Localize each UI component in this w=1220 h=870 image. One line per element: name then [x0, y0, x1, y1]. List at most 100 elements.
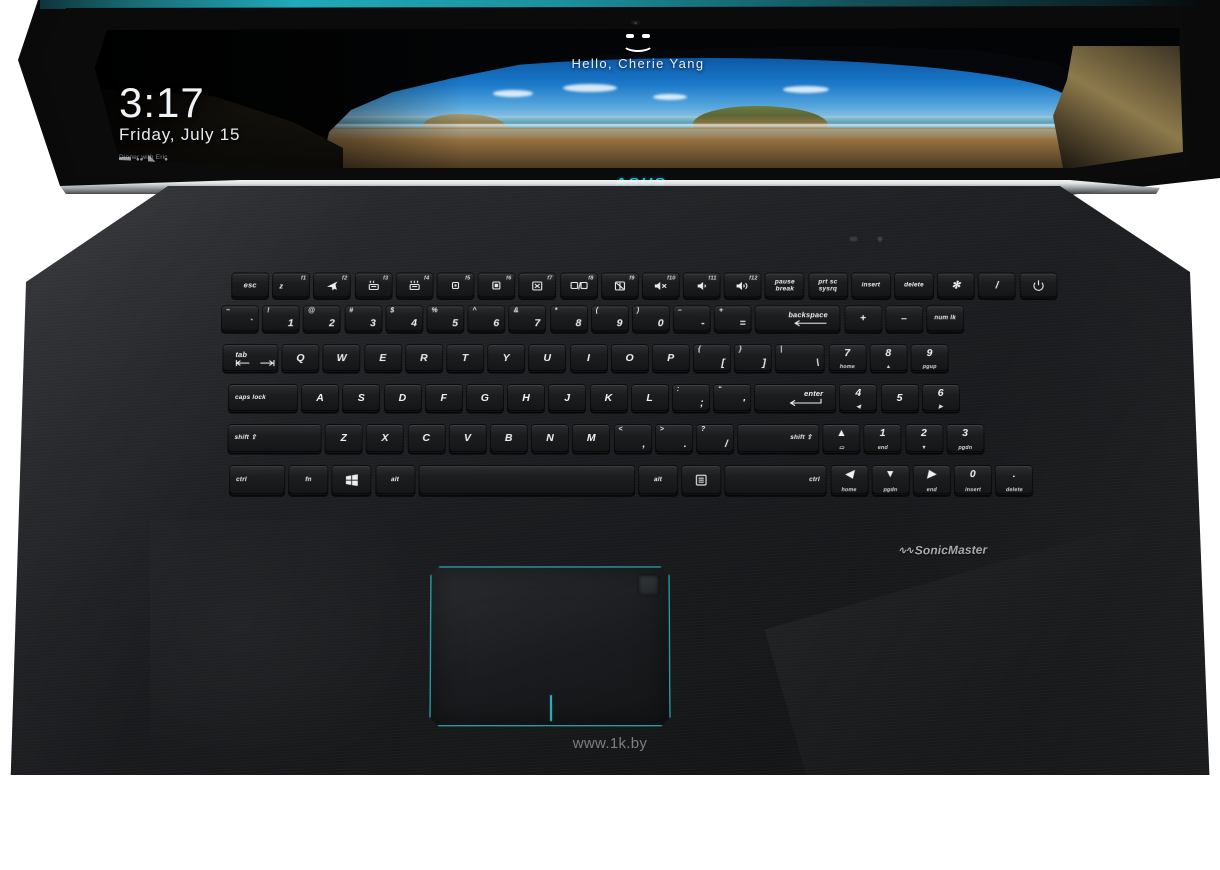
- volume-up-icon[interactable]: f12: [723, 272, 762, 299]
- key--[interactable]: – -: [672, 305, 711, 333]
- key-d[interactable]: D: [383, 384, 422, 412]
- key-3[interactable]: 3 pgdn: [946, 423, 985, 454]
- key--[interactable]: :;: [671, 384, 710, 412]
- key-q[interactable]: Q: [281, 344, 320, 373]
- enter-arrow-icon[interactable]: enter: [754, 384, 837, 412]
- key-2[interactable]: @2: [302, 305, 342, 333]
- key--[interactable]: /: [977, 272, 1017, 299]
- key-7[interactable]: & 7: [508, 305, 547, 333]
- keyboard-backlight-up-icon[interactable]: f4: [395, 272, 434, 299]
- key-prt-sc-sysrq[interactable]: prt sc sysrq: [807, 272, 848, 299]
- key-3[interactable]: #3: [344, 305, 383, 333]
- key--[interactable]: ◀ home: [829, 465, 869, 496]
- keyboard-backlight-down-icon[interactable]: f3: [354, 272, 393, 299]
- menu-icon[interactable]: [681, 465, 722, 496]
- airplane-icon[interactable]: f2: [313, 272, 352, 299]
- display-screen[interactable]: Hello, Cherie Yang 3:17 Friday, July 15 …: [95, 28, 1183, 168]
- key-l[interactable]: L: [630, 384, 669, 412]
- key-c[interactable]: C: [407, 423, 446, 454]
- key--[interactable]: <,: [613, 423, 652, 454]
- key-k[interactable]: K: [589, 384, 628, 412]
- key-p[interactable]: P: [651, 344, 690, 373]
- key--[interactable]: }]: [734, 344, 773, 373]
- key-4[interactable]: 4 ◀: [839, 384, 878, 412]
- key--[interactable]: ✻: [936, 272, 976, 299]
- key-a[interactable]: A: [301, 384, 340, 412]
- key-m[interactable]: M: [572, 423, 611, 454]
- key-z[interactable]: Z: [324, 423, 363, 454]
- key--[interactable]: + =: [713, 305, 752, 333]
- key-insert[interactable]: insert: [850, 272, 891, 299]
- key--[interactable]: . delete: [995, 465, 1034, 496]
- key--[interactable]: “': [713, 384, 752, 412]
- key-x[interactable]: X: [365, 423, 405, 454]
- key-shift-[interactable]: shift ⇧: [227, 423, 322, 454]
- spacebar[interactable]: [418, 465, 635, 496]
- key--[interactable]: >.: [654, 423, 693, 454]
- key--[interactable]: ▲ ▭: [822, 423, 861, 454]
- key-n[interactable]: N: [530, 423, 570, 454]
- volume-mute-icon[interactable]: f10: [641, 272, 680, 299]
- key-6[interactable]: ^ 6: [467, 305, 506, 333]
- key--[interactable]: ▼ pgdn: [871, 465, 910, 496]
- key-w[interactable]: W: [322, 344, 361, 373]
- key-esc[interactable]: esc: [231, 272, 270, 299]
- key-9[interactable]: 9 pgup: [910, 344, 949, 373]
- key-alt[interactable]: alt: [638, 465, 679, 496]
- key--[interactable]: {[: [692, 344, 731, 373]
- key-h[interactable]: H: [507, 384, 546, 412]
- key-r[interactable]: R: [404, 344, 444, 373]
- key-8[interactable]: 8 ▲: [869, 344, 908, 373]
- key-5[interactable]: 5: [880, 384, 919, 412]
- key-2[interactable]: 2 ▼: [904, 423, 944, 454]
- key--[interactable]: | \: [775, 344, 826, 373]
- tab-arrows-icon[interactable]: tab: [222, 344, 279, 373]
- key-1[interactable]: 1 end: [863, 423, 902, 454]
- key-j[interactable]: J: [548, 384, 587, 412]
- key-0[interactable]: ) 0: [631, 305, 670, 333]
- key-v[interactable]: V: [448, 423, 487, 454]
- key-i[interactable]: I: [569, 344, 608, 373]
- key--[interactable]: +: [843, 305, 883, 333]
- sleep-icon[interactable]: f1 z: [272, 272, 311, 299]
- key-u[interactable]: U: [528, 344, 567, 373]
- power-icon[interactable]: [1019, 272, 1058, 299]
- key-e[interactable]: E: [363, 344, 402, 373]
- display-switch-icon[interactable]: f8: [559, 272, 598, 299]
- key-5[interactable]: % 5: [426, 305, 465, 333]
- key-ctrl[interactable]: ctrl: [228, 465, 286, 496]
- key-f[interactable]: F: [424, 384, 463, 412]
- key-1[interactable]: ! 1: [261, 305, 301, 333]
- windows-icon[interactable]: [331, 465, 372, 496]
- key-caps-lock[interactable]: caps lock: [227, 384, 299, 412]
- brightness-down-icon[interactable]: f5: [436, 272, 475, 299]
- key-y[interactable]: Y: [487, 344, 526, 373]
- volume-down-icon[interactable]: f11: [682, 272, 721, 299]
- key-b[interactable]: B: [489, 423, 528, 454]
- backspace-arrow-icon[interactable]: backspace: [755, 305, 841, 333]
- key-0[interactable]: 0 insert: [953, 465, 993, 496]
- key--[interactable]: –: [885, 305, 924, 333]
- key-g[interactable]: G: [465, 384, 504, 412]
- keyboard[interactable]: esc f1 z f2 f3 f4 f5 f6 f7 f8 f9 f10 f11 f12 pause brea…: [220, 272, 1058, 523]
- brightness-up-icon[interactable]: f6: [477, 272, 516, 299]
- key-num-lk[interactable]: num lk: [926, 305, 965, 333]
- fingerprint-reader-icon[interactable]: [639, 575, 659, 595]
- key-9[interactable]: (9: [590, 305, 629, 333]
- key-alt[interactable]: alt: [374, 465, 416, 496]
- key--[interactable]: ~ `: [220, 305, 259, 333]
- key-t[interactable]: T: [446, 344, 485, 373]
- key-shift-[interactable]: shift ⇧: [737, 423, 820, 454]
- key-fn[interactable]: fn: [288, 465, 329, 496]
- key-4[interactable]: $4: [385, 305, 424, 333]
- key-o[interactable]: O: [610, 344, 649, 373]
- display-off-icon[interactable]: f7: [518, 272, 557, 299]
- key-s[interactable]: S: [342, 384, 381, 412]
- key--[interactable]: ? /: [695, 423, 735, 454]
- key-7[interactable]: 7 home: [828, 344, 867, 373]
- key-delete[interactable]: delete: [893, 272, 935, 299]
- key--[interactable]: ▶ end: [912, 465, 951, 496]
- touchpad[interactable]: [429, 566, 670, 726]
- key-pause-break[interactable]: pause break: [764, 272, 805, 299]
- key-6[interactable]: 6 ▶: [921, 384, 960, 412]
